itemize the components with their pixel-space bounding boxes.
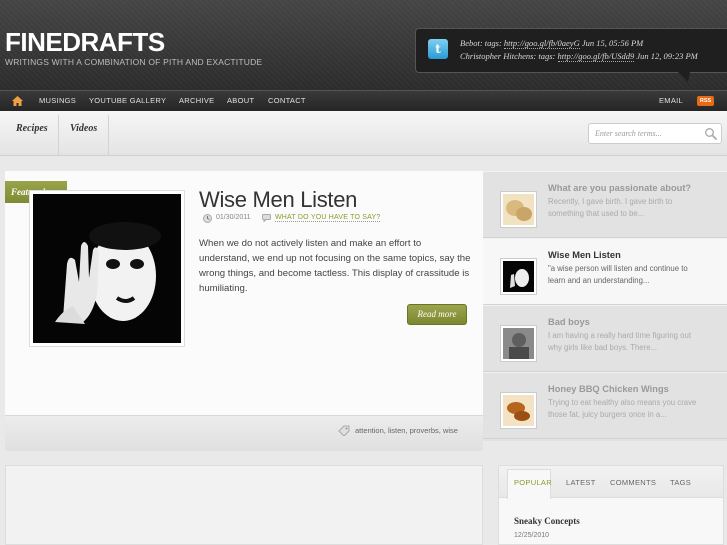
tweet-item: Bebot: tags: http://goo.gl/fb/0aeyG Jun … (460, 38, 644, 49)
post-date: 01/30/2011 (216, 214, 251, 221)
popular-post-title[interactable]: Sneaky Concepts (514, 516, 580, 526)
tabbed-widget: POPULAR LATEST COMMENTS TAGS Sneaky Conc… (498, 465, 724, 545)
tweet-link[interactable]: http://goo.gl/fb/USdd9 (557, 51, 635, 62)
list-item[interactable]: Bad boys I am having a really hard time … (483, 305, 727, 372)
post-title[interactable]: Wise Men Listen (199, 187, 357, 213)
nav-item-about[interactable]: ABOUT (227, 96, 254, 105)
tweet-item: Christopher Hitchens: tags: http://goo.g… (460, 51, 698, 62)
search-box (588, 123, 722, 144)
list-item[interactable]: Honey BBQ Chicken Wings Trying to eat he… (483, 372, 727, 439)
tweet-text: Christopher Hitchens: tags: (460, 51, 558, 61)
category-videos[interactable]: Videos (70, 123, 97, 134)
post-excerpt: When we do not actively listen and make … (199, 238, 471, 294)
nav-item-musings[interactable]: MUSINGS (39, 96, 76, 105)
recent-posts-list: What are you passionate about? Recently,… (483, 171, 727, 441)
side-post-title[interactable]: Wise Men Listen (548, 250, 621, 260)
main-nav: MUSINGS YOUTUBE GALLERY ARCHIVE ABOUT CO… (0, 90, 727, 111)
tweet-link[interactable]: http://goo.gl/fb/0aeyG (503, 38, 580, 49)
side-post-desc: Trying to eat healthy also means you cra… (548, 398, 697, 419)
divider (58, 115, 59, 155)
search-icon[interactable] (704, 127, 718, 141)
bread-thumbnail[interactable] (500, 191, 537, 228)
tab-tags[interactable]: TAGS (670, 478, 691, 487)
popular-post-date: 12/25/2010 (514, 532, 550, 539)
read-more-button[interactable]: Read more (407, 304, 467, 325)
comment-icon (262, 214, 271, 222)
tab-popular[interactable]: POPULAR (514, 478, 552, 487)
list-item[interactable]: What are you passionate about? Recently,… (483, 171, 727, 238)
tab-strip: POPULAR LATEST COMMENTS TAGS (499, 466, 723, 499)
side-post-desc: I am having a really hard time figuring … (548, 331, 692, 352)
nav-item-contact[interactable]: CONTACT (268, 96, 306, 105)
mime-thumbnail[interactable] (500, 258, 537, 295)
clock-icon (203, 214, 212, 223)
rss-icon[interactable]: RSS (697, 96, 714, 106)
side-post-title[interactable]: Honey BBQ Chicken Wings (548, 384, 669, 394)
home-icon[interactable] (12, 96, 23, 106)
tweet-text: Bebot: tags: (460, 38, 504, 48)
tab-comments[interactable]: COMMENTS (610, 478, 656, 487)
bad-boys-thumbnail[interactable] (500, 325, 537, 362)
mime-image (33, 194, 181, 343)
nav-item-archive[interactable]: ARCHIVE (179, 96, 214, 105)
post-category-link[interactable]: WHAT DO YOU HAVE TO SAY? (275, 214, 381, 222)
lower-content-panel (5, 465, 483, 545)
post-tags[interactable]: attention, listen, proverbs, wise (355, 426, 458, 435)
list-item[interactable]: Wise Men Listen "a wise person will list… (483, 238, 727, 305)
category-recipes[interactable]: Recipes (16, 123, 48, 134)
twitter-feed: t Bebot: tags: http://goo.gl/fb/0aeyG Ju… (415, 28, 727, 82)
nav-item-youtube-gallery[interactable]: YOUTUBE GALLERY (89, 96, 166, 105)
email-link[interactable]: EMAIL (659, 96, 683, 105)
side-post-desc: "a wise person will listen and continue … (548, 264, 688, 285)
tab-latest[interactable]: LATEST (566, 478, 596, 487)
site-tagline: WRITINGS WITH A COMBINATION OF PITH AND … (5, 57, 263, 67)
featured-image[interactable] (29, 190, 185, 347)
site-header: FINEDRAFTS WRITINGS WITH A COMBINATION O… (0, 0, 727, 90)
site-title[interactable]: FINEDRAFTS (5, 27, 165, 58)
side-post-desc: Recently, I gave birth. I gave birth to … (548, 197, 673, 218)
side-post-title[interactable]: Bad boys (548, 317, 590, 327)
divider (108, 115, 109, 155)
category-bar: Recipes Videos (0, 111, 727, 156)
tag-icon (338, 425, 350, 436)
chicken-wings-thumbnail[interactable] (500, 392, 537, 429)
side-post-title[interactable]: What are you passionate about? (548, 183, 691, 193)
tweet-date: Jun 15, 05:56 PM (579, 38, 644, 48)
featured-post: Featured Wise Men Listen 01/30/2011 WHAT… (5, 171, 483, 451)
search-input[interactable] (595, 127, 699, 140)
tweet-date: Jun 12, 09:23 PM (634, 51, 698, 61)
twitter-icon[interactable]: t (428, 39, 448, 59)
